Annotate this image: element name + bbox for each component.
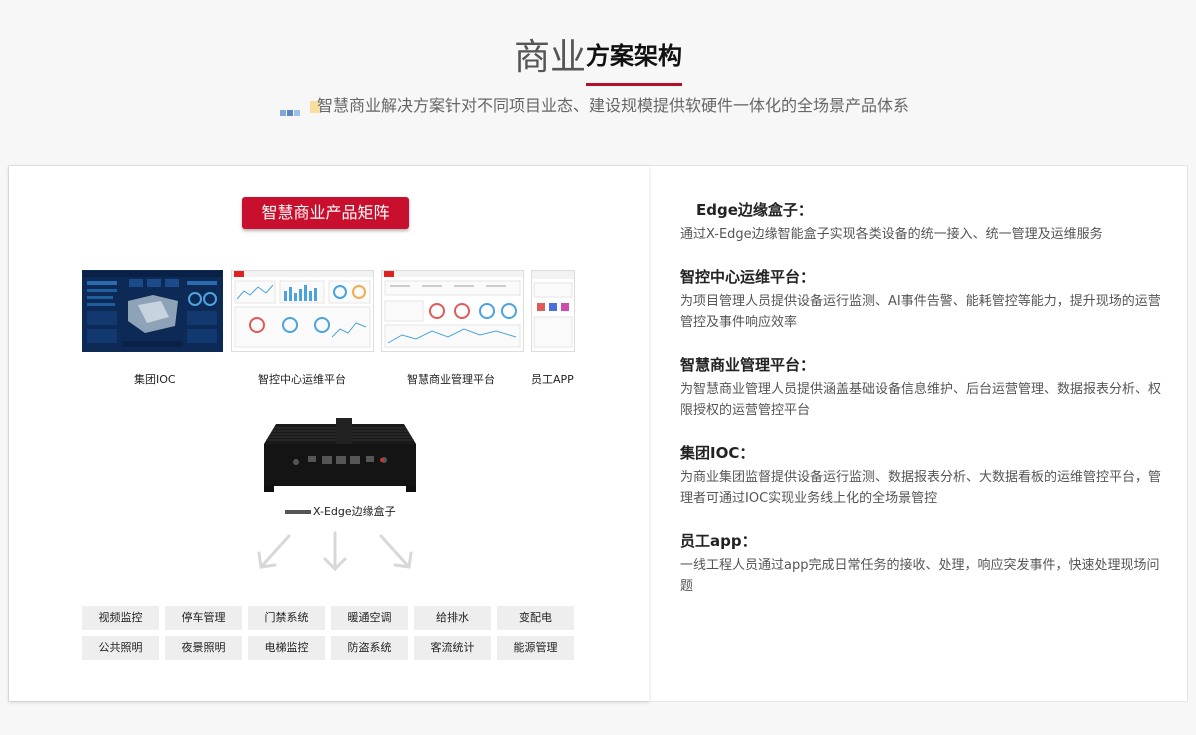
ioc-dashboard-thumbnail — [82, 270, 223, 352]
subsystem-item: 视频监控 — [82, 606, 159, 630]
arrow-down-left-icon — [259, 534, 291, 569]
section-header: 商业方案架构 智慧商业解决方案针对不同项目业态、建设规模提供软硬件一体化的全场景… — [0, 0, 1196, 150]
screen-label-mgmt: 智慧商业管理平台 — [407, 373, 495, 386]
device-label-text: X-Edge边缘盒子 — [313, 505, 396, 518]
edge-box-device-image — [256, 416, 416, 494]
device-label: X-Edge边缘盒子 — [285, 503, 396, 519]
feature-desc: 一线工程人员通过app完成日常任务的接收、处理，响应突发事件，快速处理现场问题 — [680, 558, 1160, 594]
subsystem-item: 给排水 — [414, 606, 491, 630]
subsystem-item: 防盗系统 — [331, 636, 408, 660]
feature-title: 员工app： — [680, 532, 757, 550]
subsystem-item: 能源管理 — [497, 636, 574, 660]
screen-label-ops: 智控中心运维平台 — [258, 373, 346, 386]
screen-label-ioc: 集团IOC — [134, 373, 176, 386]
flow-arrows — [249, 531, 429, 576]
subsystem-item: 电梯监控 — [248, 636, 325, 660]
page-title: 商业方案架构 — [0, 34, 1196, 86]
feature-ioc: 集团IOC： 为商业集团监督提供设备运行监测、数据报表分析、大数据看板的运维管控… — [680, 443, 1170, 509]
feature-mgmt-platform: 智慧商业管理平台： 为智慧商业管理人员提供涵盖基础设备信息维护、后台运营管理、数… — [680, 355, 1170, 421]
mgmt-platform-thumbnail — [381, 270, 524, 352]
feature-title: 智慧商业管理平台： — [680, 356, 816, 374]
title-bold: 方案架构 — [586, 34, 682, 86]
screen-label-app: 员工APP — [531, 373, 574, 386]
feature-ops-platform: 智控中心运维平台： 为项目管理人员提供设备运行监测、AI事件告警、能耗管控等能力… — [680, 267, 1170, 333]
arrow-down-right-icon — [379, 534, 411, 569]
feature-title: 集团IOC： — [680, 444, 755, 462]
subsystem-item: 公共照明 — [82, 636, 159, 660]
ops-platform-thumbnail — [231, 270, 374, 352]
feature-desc: 为商业集团监督提供设备运行监测、数据报表分析、大数据看板的运维管控平台，管理者可… — [680, 470, 1162, 506]
brand-mask-icon — [285, 510, 311, 514]
employee-app-thumbnail — [531, 270, 575, 352]
subsystem-item: 夜景照明 — [165, 636, 242, 660]
feature-desc: 为项目管理人员提供设备运行监测、AI事件告警、能耗管控等能力，提升现场的运营管控… — [680, 294, 1161, 330]
subsystem-item: 暖通空调 — [331, 606, 408, 630]
matrix-badge: 智慧商业产品矩阵 — [242, 197, 409, 229]
subsystem-item: 变配电 — [497, 606, 574, 630]
product-matrix-panel: 智慧商业产品矩阵 集团IOC 智控中心运维平台 智慧商业管理平台 员工APP X… — [9, 166, 649, 701]
subsystem-item: 客流统计 — [414, 636, 491, 660]
feature-employee-app: 员工app： 一线工程人员通过app完成日常任务的接收、处理，响应突发事件，快速… — [680, 531, 1170, 597]
title-light: 商业 — [513, 37, 586, 78]
architecture-card: 智慧商业产品矩阵 集团IOC 智控中心运维平台 智慧商业管理平台 员工APP X… — [8, 165, 1188, 702]
subsystem-item: 门禁系统 — [248, 606, 325, 630]
feature-desc: 为智慧商业管理人员提供涵盖基础设备信息维护、后台运营管理、数据报表分析、权限授权… — [680, 382, 1162, 418]
feature-edge-box: Edge边缘盒子： 通过X-Edge边缘智能盒子实现各类设备的统一接入、统一管理… — [680, 200, 1170, 245]
feature-title: 智控中心运维平台： — [680, 268, 816, 286]
subsystem-grid: 视频监控 停车管理 门禁系统 暖通空调 给排水 变配电 公共照明 夜景照明 电梯… — [82, 606, 574, 660]
feature-desc: 通过X-Edge边缘智能盒子实现各类设备的统一接入、统一管理及运维服务 — [680, 227, 1103, 242]
feature-title: Edge边缘盒子： — [696, 201, 813, 219]
page-subtitle: 智慧商业解决方案针对不同项目业态、建设规模提供软硬件一体化的全场景产品体系 — [316, 96, 909, 115]
subsystem-item: 停车管理 — [165, 606, 242, 630]
